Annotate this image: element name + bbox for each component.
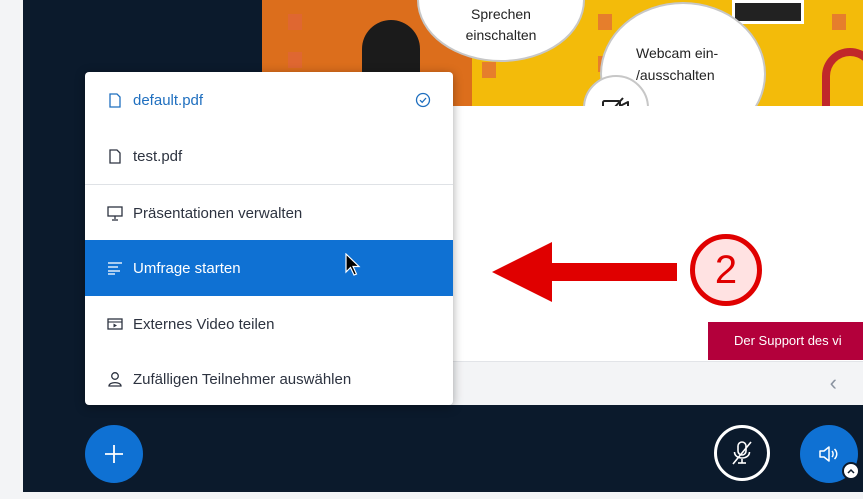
file-icon	[107, 148, 123, 164]
mic-muted-icon	[732, 441, 752, 465]
menu-item-label: Zufälligen Teilnehmer auswählen	[133, 370, 352, 388]
slide-window	[288, 14, 302, 30]
menu-item-label: Externes Video teilen	[133, 315, 275, 333]
menu-item-label: default.pdf	[133, 91, 204, 109]
poll-icon	[107, 260, 123, 276]
presentation-icon	[107, 205, 123, 221]
bottom-margin	[0, 492, 863, 499]
actions-menu: default.pdf test.pdf Präsentationen verw…	[85, 72, 453, 405]
actions-button[interactable]	[85, 425, 143, 483]
menu-item-label: test.pdf	[133, 147, 183, 165]
file-icon	[107, 92, 123, 108]
menu-item-start-poll[interactable]: Umfrage starten	[85, 240, 453, 296]
slide-photo	[732, 0, 804, 24]
check-circle-icon	[415, 92, 431, 112]
slide-arch	[822, 48, 863, 106]
video-icon	[107, 316, 123, 332]
support-banner: Der Support des vi	[708, 322, 863, 360]
menu-item-manage-presentations[interactable]: Präsentationen verwalten	[85, 185, 453, 241]
left-margin	[0, 0, 23, 499]
menu-item-share-external-video[interactable]: Externes Video teilen	[85, 296, 453, 352]
bubble-text: Webcam ein- /ausschalten	[636, 42, 718, 86]
plus-icon	[105, 445, 123, 463]
unmute-microphone-button[interactable]	[714, 425, 770, 481]
slide-window	[832, 14, 846, 30]
bubble-text: Sprechen einschalten	[419, 4, 583, 46]
menu-item-random-participant[interactable]: Zufälligen Teilnehmer auswählen	[85, 351, 453, 407]
mouse-cursor-icon	[345, 252, 361, 282]
chevron-left-icon[interactable]: ‹	[830, 370, 837, 396]
step-number-badge: 2	[690, 234, 762, 306]
menu-item-test-pdf[interactable]: test.pdf	[85, 128, 453, 184]
chevron-up-icon[interactable]	[842, 462, 860, 480]
bubble-line: Webcam ein-	[636, 45, 719, 61]
bubble-line: Sprechen	[471, 6, 531, 22]
menu-item-label: Umfrage starten	[133, 259, 241, 277]
bubble-line: /ausschalten	[636, 67, 715, 83]
slide-window	[482, 62, 496, 78]
slide-window	[598, 14, 612, 30]
slide-window	[288, 52, 302, 68]
menu-item-label: Präsentationen verwalten	[133, 204, 303, 222]
user-icon	[107, 371, 123, 387]
menu-item-default-pdf[interactable]: default.pdf	[85, 72, 453, 128]
bubble-line: einschalten	[465, 27, 537, 43]
red-arrow-annotation	[492, 240, 682, 309]
speaker-icon	[819, 446, 838, 462]
